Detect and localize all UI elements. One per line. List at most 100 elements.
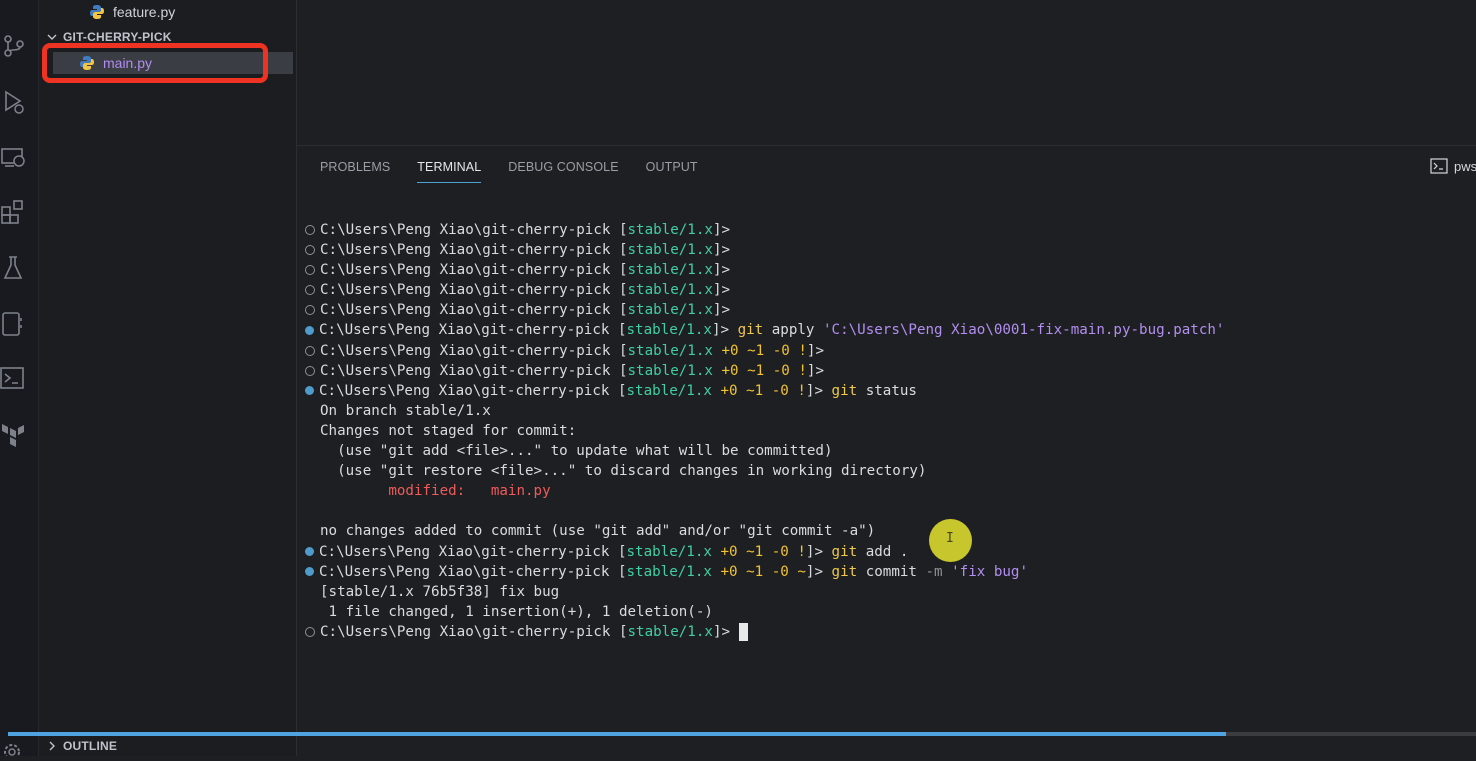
command-success-dot-icon xyxy=(305,567,314,577)
command-success-dot-icon xyxy=(305,326,314,336)
terminal-command: git xyxy=(831,382,858,399)
terminal-line: C:\Users\Peng Xiao\git-cherry-pick [stab… xyxy=(305,220,1224,240)
terminal-line: (use "git restore <file>..." to discard … xyxy=(305,461,1224,481)
prompt-path: C:\Users\Peng Xiao\git-cherry-pick xyxy=(319,382,610,399)
terminal-args: status xyxy=(857,382,917,399)
prompt-branch: stable/1.x xyxy=(627,222,713,238)
prompt-bracket: [ xyxy=(610,362,628,379)
prompt-bracket: ]> xyxy=(805,563,823,580)
command-decoration-icon xyxy=(305,285,315,296)
prompt-bracket: ]> xyxy=(712,282,731,299)
prompt-bracket: [ xyxy=(609,322,627,339)
prompt-branch: stable/1.x xyxy=(627,282,713,299)
terminal-args: add . xyxy=(857,543,909,560)
command-decoration-icon xyxy=(305,345,315,356)
prompt-branch: stable/1.x xyxy=(627,623,713,640)
run-debug-icon[interactable] xyxy=(0,88,28,116)
command-decoration-icon xyxy=(305,365,315,376)
terminal-command: git xyxy=(737,322,764,339)
terminal-icon[interactable] xyxy=(0,365,28,393)
prompt-bracket: [ xyxy=(610,302,628,319)
terminal-line: C:\Users\Peng Xiao\git-cherry-pick [stab… xyxy=(305,542,1224,562)
terminal-string: 'C:\Users\Peng Xiao\0001-fix-main.py-bug… xyxy=(823,322,1225,339)
text-cursor-icon: I xyxy=(946,531,954,546)
terminal-line: C:\Users\Peng Xiao\git-cherry-pick [stab… xyxy=(305,280,1224,300)
prompt-bracket: ]> xyxy=(711,322,730,339)
source-control-icon[interactable] xyxy=(0,32,28,60)
tab-terminal[interactable]: TERMINAL xyxy=(417,158,482,183)
terminal-line: C:\Users\Peng Xiao\git-cherry-pick [stab… xyxy=(305,260,1224,280)
command-decoration-icon xyxy=(305,265,315,276)
bottom-panel: PROBLEMS TERMINAL DEBUG CONSOLE OUTPUT p… xyxy=(297,146,1476,736)
prompt-branch: stable/1.x xyxy=(627,342,713,359)
terminal-line: modified: main.py xyxy=(305,481,1224,501)
terminal-args: apply xyxy=(763,322,823,339)
terminal-line: [stable/1.x 76b5f38] fix bug xyxy=(305,582,1224,602)
outline-header[interactable]: OUTLINE xyxy=(47,737,117,755)
terminal-line: On branch stable/1.x xyxy=(305,401,1224,421)
prompt-bracket: ]> xyxy=(712,222,731,238)
notebook-icon[interactable] xyxy=(0,310,28,338)
prompt-path: C:\Users\Peng Xiao\git-cherry-pick xyxy=(320,222,611,238)
prompt-bracket: [ xyxy=(610,262,628,279)
prompt-bracket: [ xyxy=(610,623,628,640)
section-title: GIT-CHERRY-PICK xyxy=(63,30,172,44)
prompt-path: C:\Users\Peng Xiao\git-cherry-pick xyxy=(319,543,610,560)
prompt-bracket: ]> xyxy=(806,362,824,379)
prompt-branch: stable/1.x xyxy=(626,543,712,560)
terminal-args: commit xyxy=(857,563,917,580)
terminal-output[interactable]: C:\Users\Peng Xiao\git-cherry-pick [stab… xyxy=(305,220,1224,642)
terminal-line: C:\Users\Peng Xiao\git-cherry-pick [stab… xyxy=(305,320,1224,340)
prompt-bracket: ]> xyxy=(712,623,731,640)
testing-flask-icon[interactable] xyxy=(0,254,28,282)
prompt-branch: stable/1.x xyxy=(627,242,713,259)
file-item-feature[interactable]: feature.py xyxy=(89,1,175,23)
prompt-path: C:\Users\Peng Xiao\git-cherry-pick xyxy=(320,262,611,279)
terminal-line: Changes not staged for commit: xyxy=(305,421,1224,441)
command-decoration-icon xyxy=(305,245,315,256)
terminal-line: C:\Users\Peng Xiao\git-cherry-pick [stab… xyxy=(305,300,1224,320)
file-name-feature: feature.py xyxy=(113,4,176,20)
prompt-path: C:\Users\Peng Xiao\git-cherry-pick xyxy=(319,322,610,339)
prompt-status: +0 ~1 -0 ! xyxy=(711,543,806,560)
prompt-bracket: [ xyxy=(610,222,628,238)
prompt-bracket: ]> xyxy=(712,302,731,319)
prompt-status: +0 ~1 -0 ! xyxy=(711,382,806,399)
terminal-flag: -m xyxy=(916,563,943,580)
outline-section[interactable]: OUTLINE xyxy=(39,736,296,756)
terraform-icon[interactable] xyxy=(0,421,28,449)
command-success-dot-icon xyxy=(305,547,314,557)
terminal-text: 1 file changed, 1 insertion(+), 1 deleti… xyxy=(320,603,713,620)
prompt-path: C:\Users\Peng Xiao\git-cherry-pick xyxy=(320,342,611,359)
terminal-text: modified: main.py xyxy=(320,483,551,500)
prompt-bracket: ]> xyxy=(806,342,824,359)
terminal-line: C:\Users\Peng Xiao\git-cherry-pick [stab… xyxy=(305,562,1224,582)
command-decoration-icon xyxy=(305,305,315,316)
highlight-annotation-box xyxy=(42,43,268,83)
terminal-line: C:\Users\Peng Xiao\git-cherry-pick [stab… xyxy=(305,361,1224,381)
tab-debug-console[interactable]: DEBUG CONSOLE xyxy=(508,158,618,182)
terminal-line: 1 file changed, 1 insertion(+), 1 deleti… xyxy=(305,602,1224,622)
remote-explorer-icon[interactable] xyxy=(0,144,28,172)
prompt-bracket: ]> xyxy=(712,262,731,279)
tab-problems[interactable]: PROBLEMS xyxy=(320,158,390,182)
manage-gear-icon[interactable] xyxy=(0,736,26,760)
prompt-path: C:\Users\Peng Xiao\git-cherry-pick xyxy=(320,282,611,299)
activity-bar xyxy=(0,0,39,756)
tab-output[interactable]: OUTPUT xyxy=(646,158,698,182)
prompt-bracket: ]> xyxy=(805,543,823,560)
explorer-sidebar: feature.py GIT-CHERRY-PICK main.py xyxy=(39,0,297,756)
terminal-text: (use "git add <file>..." to update what … xyxy=(320,443,833,460)
extensions-icon[interactable] xyxy=(0,198,28,226)
prompt-path: C:\Users\Peng Xiao\git-cherry-pick xyxy=(320,302,611,319)
prompt-branch: stable/1.x xyxy=(626,563,712,580)
prompt-bracket: ]> xyxy=(712,242,731,259)
terminal-shell-selector[interactable]: pws xyxy=(1430,158,1476,174)
prompt-bracket: [ xyxy=(609,543,627,560)
prompt-path: C:\Users\Peng Xiao\git-cherry-pick xyxy=(319,563,610,580)
prompt-branch: stable/1.x xyxy=(627,362,713,379)
terminal-text: no changes added to commit (use "git add… xyxy=(320,523,876,540)
